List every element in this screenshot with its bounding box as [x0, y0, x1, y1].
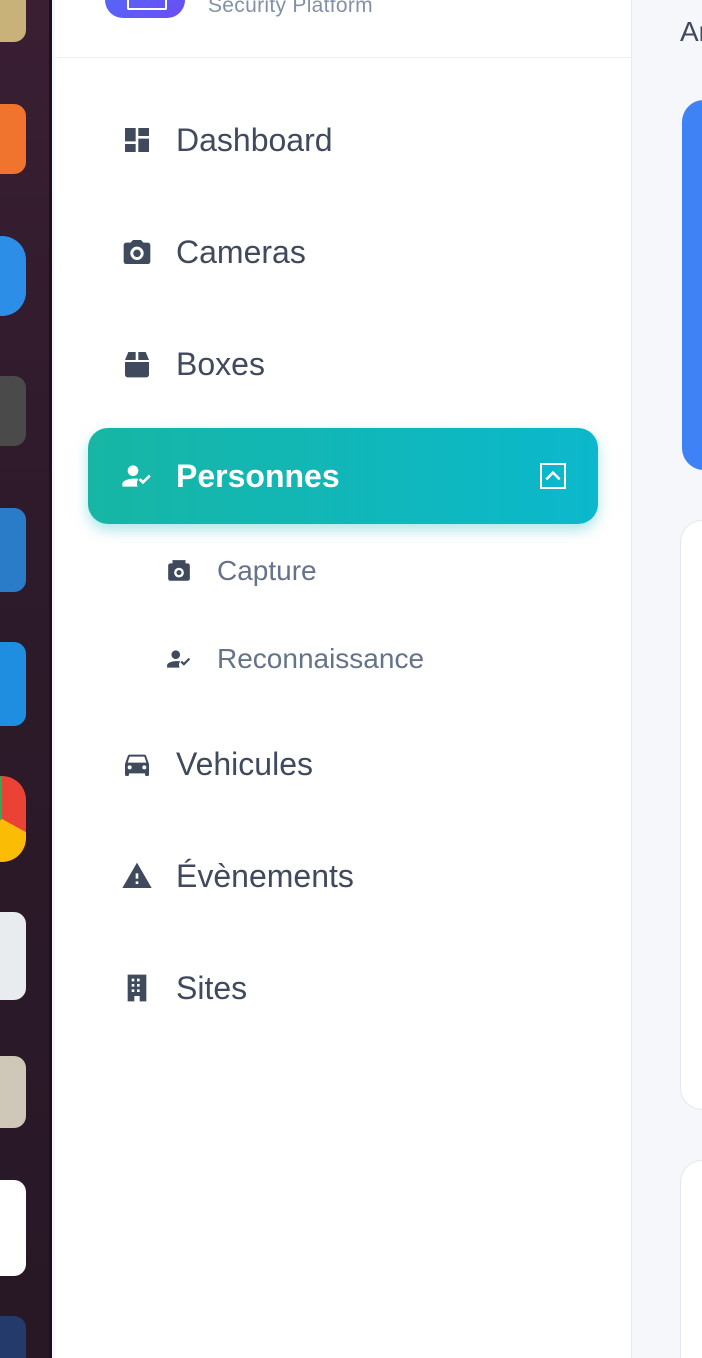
- chevron-up-icon[interactable]: [540, 463, 566, 489]
- sidebar-item-label: Vehicules: [176, 745, 313, 782]
- dock-app-icon[interactable]: [0, 1180, 26, 1276]
- brand-subtitle: Security Platform: [208, 0, 373, 17]
- sidebar-item-label: Dashboard: [176, 121, 333, 158]
- dock-app-icon[interactable]: [0, 376, 26, 446]
- sidebar-item-label: Évènements: [176, 857, 354, 894]
- sidebar-item-label: Cameras: [176, 233, 306, 270]
- sidebar-item-cameras[interactable]: Cameras: [88, 204, 598, 300]
- dashboard-icon: [120, 123, 154, 157]
- sidebar-subitem-capture[interactable]: Capture: [165, 541, 317, 601]
- warning-icon: [120, 859, 154, 893]
- dock-app-icon[interactable]: [0, 642, 26, 726]
- stat-card-blue[interactable]: [682, 100, 702, 470]
- sidebar-item-vehicules[interactable]: Vehicules: [88, 716, 598, 812]
- sidebar-subitem-label: Reconnaissance: [217, 643, 425, 674]
- sidebar-item-label: Personnes: [176, 457, 340, 494]
- sidebar-item-personnes[interactable]: Personnes: [88, 428, 598, 524]
- app-window: Security Platform Dashboard Cameras Boxe…: [0, 0, 702, 1358]
- dock-app-icon[interactable]: [0, 1056, 26, 1128]
- dock-app-icon[interactable]: [0, 776, 26, 862]
- box-icon: [120, 347, 154, 381]
- dock-app-icon[interactable]: [0, 0, 26, 42]
- sidebar-item-sites[interactable]: Sites: [88, 940, 598, 1036]
- sidebar-item-label: Boxes: [176, 345, 265, 382]
- content-card[interactable]: [680, 520, 702, 1110]
- content-card[interactable]: [680, 1160, 702, 1358]
- sidebar-item-dashboard[interactable]: Dashboard: [88, 92, 598, 188]
- sidebar: Security Platform Dashboard Cameras Boxe…: [55, 0, 632, 1358]
- sidebar-subitem-label: Capture: [217, 555, 317, 586]
- page-heading: Ar: [680, 16, 702, 47]
- os-dock: [0, 0, 52, 1358]
- person-check-icon: [120, 459, 154, 493]
- sidebar-item-label: Sites: [176, 969, 248, 1006]
- sidebar-subitem-reconnaissance[interactable]: Reconnaissance: [165, 629, 424, 689]
- camera-icon: [120, 235, 154, 269]
- person-check-icon: [165, 645, 193, 673]
- dock-app-icon[interactable]: [0, 236, 26, 316]
- sidebar-item-evenements[interactable]: Évènements: [88, 828, 598, 924]
- dock-app-icon[interactable]: [0, 104, 26, 174]
- camera-capture-icon: [165, 557, 193, 585]
- dock-app-icon[interactable]: [0, 1316, 26, 1358]
- dock-app-icon[interactable]: [0, 912, 26, 1000]
- brand-header: Security Platform: [55, 0, 631, 58]
- building-icon: [120, 971, 154, 1005]
- car-icon: [120, 747, 154, 781]
- main-content: Ar: [632, 0, 702, 1358]
- sidebar-item-boxes[interactable]: Boxes: [88, 316, 598, 412]
- dock-app-icon[interactable]: [0, 508, 26, 592]
- brand-logo[interactable]: [105, 0, 185, 18]
